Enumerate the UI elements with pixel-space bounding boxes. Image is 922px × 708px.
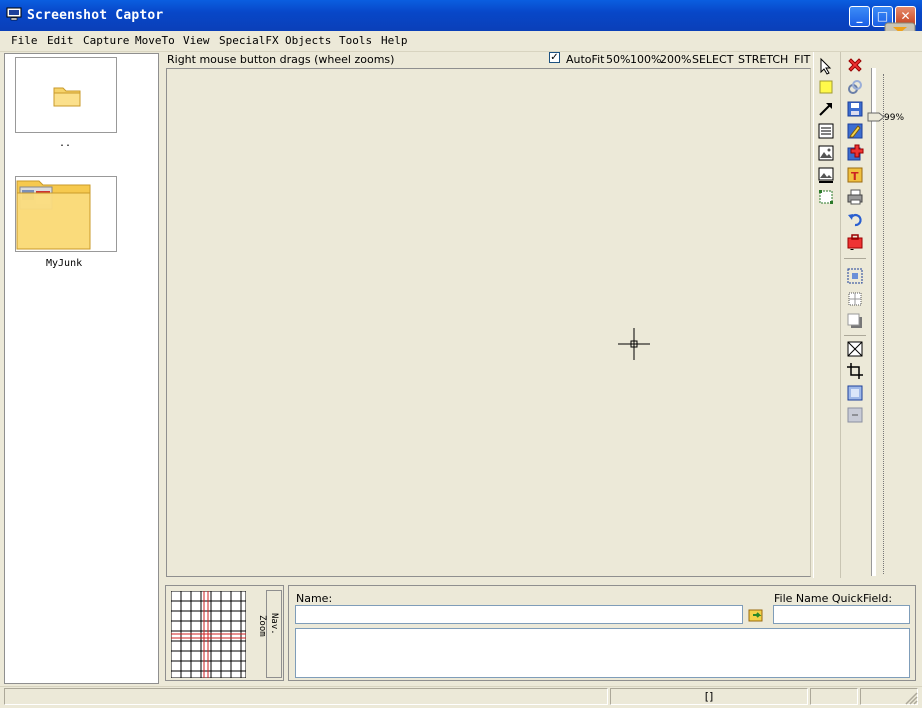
window-title: Screenshot Captor: [27, 8, 164, 23]
tool-box-icon[interactable]: [846, 232, 864, 250]
zoom-slider[interactable]: 99%: [867, 64, 916, 578]
canvas-header: Right mouse button drags (wheel zooms) ✓…: [163, 52, 811, 68]
delete-icon[interactable]: [846, 56, 864, 74]
zoom-stretch-link[interactable]: STRETCH: [738, 53, 788, 66]
edit-icon[interactable]: [846, 122, 864, 140]
name-input[interactable]: [295, 605, 743, 624]
menu-help[interactable]: Help: [381, 34, 408, 47]
resize-icon[interactable]: [846, 340, 864, 358]
tool-palette: T: [813, 52, 871, 578]
title-bar: Screenshot Captor _ □ ✕: [0, 0, 922, 44]
status-segment-extra: [810, 688, 858, 705]
app-monitor-icon: [6, 7, 22, 21]
folder-thumb-parent[interactable]: [15, 57, 117, 133]
image-stamp-icon[interactable]: [817, 166, 835, 184]
add-icon[interactable]: [846, 144, 864, 162]
select-region-icon[interactable]: [846, 267, 864, 285]
menu-tools[interactable]: Tools: [339, 34, 372, 47]
folder-label-parent: ..: [59, 138, 72, 149]
image-canvas[interactable]: [166, 68, 811, 577]
crop-icon[interactable]: [846, 362, 864, 380]
print-icon[interactable]: [846, 188, 864, 206]
crosshair-cursor-icon: [618, 328, 650, 360]
resize-grip-icon[interactable]: [904, 691, 918, 705]
nav-preview-grid[interactable]: [171, 591, 246, 678]
highlight-icon[interactable]: [817, 78, 835, 96]
selection-rect-icon[interactable]: [817, 188, 835, 206]
nav-zoom-toggle-button[interactable]: Nav. Zoom: [257, 590, 282, 678]
link-icon[interactable]: [846, 78, 864, 96]
zoom-100-link[interactable]: 100%: [630, 53, 661, 66]
text-tool-icon[interactable]: T: [846, 166, 864, 184]
status-segment-main: [4, 688, 608, 705]
undo-icon[interactable]: [846, 210, 864, 228]
svg-text:T: T: [851, 170, 859, 183]
folder-thumb-myjunk[interactable]: [15, 176, 117, 252]
zoom-fit-link[interactable]: FIT: [794, 53, 810, 66]
nav-label: Nav.: [269, 613, 279, 635]
collapse-icon[interactable]: [846, 406, 864, 424]
pointer-icon[interactable]: [817, 57, 835, 75]
nav-zoom-box: Nav. Zoom: [165, 585, 284, 681]
text-note-icon[interactable]: [817, 122, 835, 140]
quickfield-input[interactable]: [773, 605, 910, 624]
file-name-panel: Name: File Name QuickField:: [288, 585, 916, 681]
zoom-ticks: [883, 74, 885, 574]
save-icon[interactable]: [846, 100, 864, 118]
menu-edit[interactable]: Edit: [47, 34, 74, 47]
menu-bar: File Edit Capture MoveTo View SpecialFX …: [0, 31, 922, 52]
zoom-value-label: 99%: [884, 113, 905, 123]
bottom-panel: Nav. Zoom Name: File Name QuickField:: [163, 583, 917, 683]
zoom-select-link[interactable]: SELECT: [692, 53, 733, 66]
shadow-icon[interactable]: [846, 312, 864, 330]
grid-select-icon[interactable]: [846, 290, 864, 308]
menu-file[interactable]: File: [11, 34, 38, 47]
canvas-hint: Right mouse button drags (wheel zooms): [167, 53, 395, 66]
zoom-50-link[interactable]: 50%: [606, 53, 630, 66]
minimize-button[interactable]: _: [849, 6, 870, 27]
notes-textarea[interactable]: [295, 628, 910, 678]
menu-specialfx[interactable]: SpecialFX: [219, 34, 279, 47]
arrow-icon[interactable]: [817, 100, 835, 118]
name-label: Name:: [296, 592, 333, 605]
rename-go-icon[interactable]: [747, 606, 765, 624]
border-icon[interactable]: [846, 384, 864, 402]
autofit-label[interactable]: AutoFit: [566, 53, 604, 66]
status-bar: []: [0, 686, 922, 708]
menu-moveto[interactable]: MoveTo: [135, 34, 175, 47]
folder-with-screenshot-icon: [16, 180, 91, 250]
menu-capture[interactable]: Capture: [83, 34, 129, 47]
menu-objects[interactable]: Objects: [285, 34, 331, 47]
folder-icon: [53, 87, 81, 107]
zoom-label: Zoom: [257, 615, 267, 637]
image-icon[interactable]: [817, 144, 835, 162]
zoom-200-link[interactable]: 200%: [660, 53, 691, 66]
folder-label-myjunk: MyJunk: [46, 258, 83, 269]
file-browser-pane: .. MyJunk: [4, 53, 159, 684]
quickfield-label: File Name QuickField:: [774, 592, 893, 605]
status-segment-dimensions: []: [610, 688, 808, 705]
autofit-checkbox[interactable]: ✓: [549, 52, 560, 63]
menu-view[interactable]: View: [183, 34, 210, 47]
zoom-slider-track: [871, 68, 876, 576]
